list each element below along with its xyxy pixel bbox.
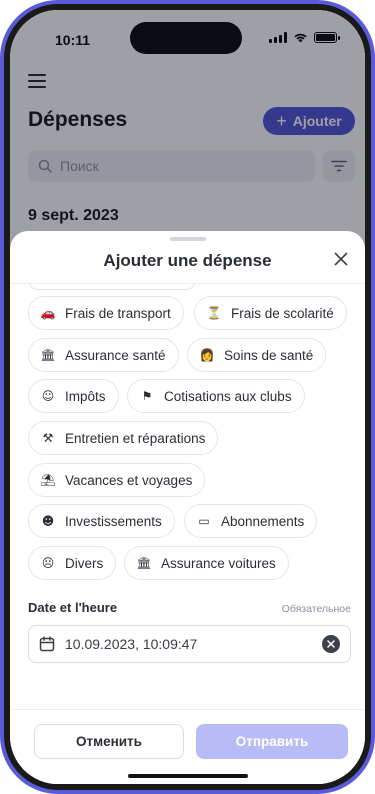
category-chip-label: Vacances et voyages: [65, 472, 193, 488]
phone-frame: 10:11 Dépenses + Ajouter Поиск 9 sept. 2…: [0, 0, 375, 794]
screen: 10:11 Dépenses + Ajouter Поиск 9 sept. 2…: [10, 10, 365, 784]
clear-date-button[interactable]: [322, 635, 340, 653]
home-indicator: [127, 774, 248, 778]
hourglass-icon: ⏳: [206, 306, 222, 320]
sheet-grabber[interactable]: [169, 237, 206, 241]
doctor-icon: 👩: [199, 348, 215, 362]
cancel-button[interactable]: Отменить: [34, 724, 184, 759]
category-chip-label: Cotisations aux clubs: [164, 388, 292, 404]
calendar-icon: [39, 636, 55, 652]
thinking-face-icon: ☹: [41, 556, 55, 570]
phone-bezel: 10:11 Dépenses + Ajouter Поиск 9 sept. 2…: [4, 4, 371, 790]
date-time-input[interactable]: 10.09.2023, 10:09:47: [28, 625, 351, 663]
category-chip-label: Assurance santé: [65, 347, 166, 363]
category-chip[interactable]: ⛱ Vacances et voyages: [28, 463, 206, 497]
category-chip-label: Entretien et réparations: [65, 430, 206, 446]
required-hint: Обязательное: [281, 603, 351, 615]
category-chip[interactable]: ☺ Impôts: [28, 379, 119, 413]
money-face-icon: ☻: [41, 514, 55, 528]
bank-icon: 🏛: [136, 556, 152, 570]
category-chip-label: Frais de transport: [65, 305, 171, 321]
ticket-icon: ▭: [198, 514, 210, 528]
category-chip[interactable]: 👩 Soins de santé: [187, 338, 327, 372]
sheet-title: Ajouter une dépense: [103, 251, 272, 270]
category-chip[interactable]: ▭ Abonnements: [184, 504, 318, 538]
category-chip[interactable]: 🚗 Frais de transport: [28, 296, 184, 330]
category-chip[interactable]: ⚒ Entretien et réparations: [28, 421, 219, 455]
category-chip-label: Frais de scolarité: [231, 305, 334, 321]
category-chip-partial[interactable]: [28, 284, 196, 290]
category-chip-label: Divers: [65, 555, 104, 571]
category-chip-label: Assurance voitures: [161, 555, 276, 571]
category-chip-label: Impôts: [65, 388, 106, 404]
flag-icon: ⚑: [141, 389, 153, 403]
close-icon: [334, 252, 348, 266]
category-chip[interactable]: ☻ Investissements: [28, 504, 175, 538]
category-chip[interactable]: ☹ Divers: [28, 546, 117, 580]
date-time-value: 10.09.2023, 10:09:47: [65, 636, 198, 652]
category-chip-list: 🚗 Frais de transport ⏳ Frais de scolarit…: [10, 284, 365, 584]
bank-icon: 🏛: [40, 348, 56, 362]
category-chip-label: Abonnements: [221, 513, 305, 529]
beach-icon: ⛱: [40, 473, 56, 487]
category-chip[interactable]: ⏳ Frais de scolarité: [194, 296, 347, 330]
clear-icon: [327, 640, 335, 648]
submit-button[interactable]: Отправить: [196, 724, 348, 759]
close-button[interactable]: [331, 249, 351, 269]
smile-icon: ☺: [41, 389, 55, 403]
date-field-label: Date et l'heure: [28, 600, 118, 615]
category-chip[interactable]: 🏛 Assurance voitures: [124, 546, 289, 580]
category-chip-label: Investissements: [65, 513, 162, 529]
car-icon: 🚗: [40, 306, 56, 320]
category-chip-label: Soins de santé: [224, 347, 314, 363]
add-expense-sheet: Ajouter une dépense 🚗 Frais de transport: [10, 231, 365, 784]
category-chip[interactable]: 🏛 Assurance santé: [28, 338, 179, 372]
tools-icon: ⚒: [42, 431, 54, 445]
category-chip[interactable]: ⚑ Cotisations aux clubs: [127, 379, 305, 413]
divider: [10, 709, 365, 710]
